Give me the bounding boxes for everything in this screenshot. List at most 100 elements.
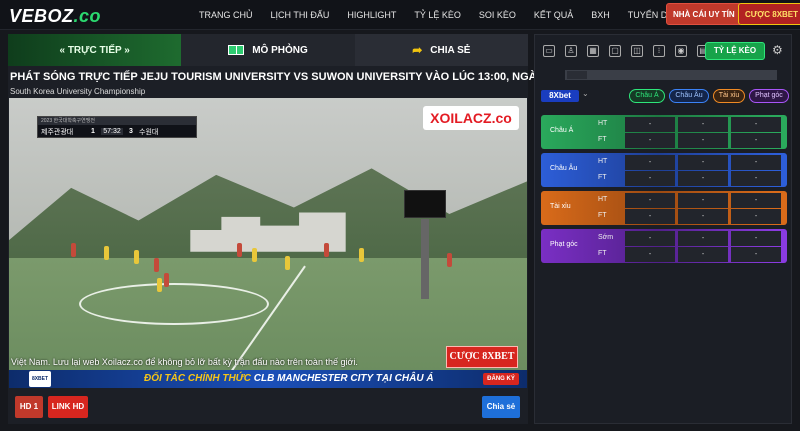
video-pitch bbox=[9, 257, 527, 388]
odds-cell[interactable]: - bbox=[731, 133, 781, 148]
nav-highlight[interactable]: HIGHLIGHT bbox=[338, 0, 405, 30]
odds-cell[interactable]: - bbox=[678, 133, 728, 148]
partner-text-main: CLB MANCHESTER CITY TẠI CHÂU Á bbox=[253, 373, 434, 384]
odds-cell[interactable]: - bbox=[625, 133, 675, 148]
logo-main: VEBOZ bbox=[9, 6, 74, 26]
odds-row-type: HT bbox=[598, 120, 608, 127]
stadium-scoreboard bbox=[404, 190, 446, 299]
player-figure bbox=[104, 246, 109, 260]
odds-cell[interactable]: - bbox=[731, 155, 781, 170]
filter-corner[interactable]: Phạt góc bbox=[749, 89, 789, 103]
player-figure bbox=[447, 253, 452, 267]
player-controls: HD 1 LINK HD Chia sẻ bbox=[8, 388, 528, 424]
share-button[interactable]: Chia sẻ bbox=[482, 396, 520, 418]
site-logo[interactable]: VEBOZ.co bbox=[9, 6, 101, 27]
odds-cell[interactable]: - bbox=[731, 209, 781, 224]
odds-cell[interactable]: - bbox=[625, 155, 675, 170]
nav-schedule[interactable]: LỊCH THI ĐẤU bbox=[262, 0, 339, 30]
tab-live[interactable]: « TRỰC TIẾP » bbox=[8, 34, 182, 66]
odds-cell[interactable]: - bbox=[625, 247, 675, 262]
camera-icon[interactable]: ◉ bbox=[675, 45, 687, 57]
odds-row-type: Sớm bbox=[598, 234, 614, 241]
chat-icon[interactable]: ▢ bbox=[609, 45, 621, 57]
odds-row-type: HT bbox=[598, 158, 608, 165]
odds-cell[interactable]: - bbox=[625, 231, 675, 246]
odds-cell[interactable]: - bbox=[678, 247, 728, 262]
away-score: 3 bbox=[129, 128, 133, 135]
odds-cell[interactable]: - bbox=[678, 117, 728, 132]
odds-cell[interactable]: - bbox=[625, 171, 675, 186]
odds-cell[interactable]: - bbox=[625, 209, 675, 224]
stats-icon[interactable]: ⁝ bbox=[653, 45, 665, 57]
scoreboard-icon[interactable]: ▭ bbox=[543, 45, 555, 57]
register-button[interactable]: ĐĂNG KÝ bbox=[483, 373, 519, 385]
promo-8xbet-button[interactable]: CƯỢC 8XBET bbox=[446, 346, 518, 368]
odds-cell[interactable]: - bbox=[731, 171, 781, 186]
nav-odds[interactable]: TỶ LỆ KÈO bbox=[405, 0, 470, 30]
odds-row-type: FT bbox=[598, 212, 607, 219]
chevron-down-icon[interactable]: ⌄ bbox=[582, 89, 589, 98]
odds-cell[interactable]: - bbox=[678, 155, 728, 170]
bet-8xbet-button[interactable]: CƯỢC 8XBET bbox=[738, 3, 800, 25]
odds-cell[interactable]: - bbox=[731, 117, 781, 132]
odds-block-europe: Châu Âu HT FT - - - - - - bbox=[541, 153, 787, 187]
trusted-dealer-button[interactable]: NHÀ CÁI UY TÍN bbox=[666, 3, 742, 25]
odds-cell[interactable]: - bbox=[678, 193, 728, 208]
nav-standings[interactable]: BXH bbox=[582, 0, 619, 30]
gear-icon[interactable]: ⚙ bbox=[772, 43, 783, 57]
tab-simulation-label: MÔ PHỎNG bbox=[252, 44, 308, 56]
filter-asia[interactable]: Châu Á bbox=[629, 89, 665, 103]
scroll-thumb[interactable] bbox=[567, 71, 587, 79]
partner-banner[interactable]: 8XBET ĐỐI TÁC CHÍNH THỨC CLB MANCHESTER … bbox=[9, 370, 527, 388]
pitch-icon bbox=[228, 45, 245, 55]
odds-block-label: Phạt góc bbox=[550, 241, 578, 248]
score-overlay-row: 제주관광대 1 57:32 3 수원대 bbox=[38, 125, 196, 138]
odds-panel: ▭ ♙ ▦ ▢ ◫ ⁝ ◉ ▤ TỶ LỆ KÈO ⚙ 8Xbet ⌄ Châu… bbox=[534, 34, 792, 424]
nav-predictions[interactable]: SOI KÈO bbox=[470, 0, 525, 30]
player-figure bbox=[285, 256, 290, 270]
odds-cell[interactable]: - bbox=[731, 231, 781, 246]
video-caption: Việt Nam. Lưu lại web Xoilacz.co để khôn… bbox=[11, 357, 358, 367]
bookmaker-logo[interactable]: 8Xbet bbox=[541, 90, 579, 102]
score-overlay: 2023 한국대학축구연맹전 제주관광대 1 57:32 3 수원대 bbox=[37, 116, 197, 138]
center-circle bbox=[79, 283, 269, 325]
shirt-icon[interactable]: ♙ bbox=[565, 45, 577, 57]
player-panel: « TRỰC TIẾP » MÔ PHỎNG ➦ CHIA SẺ PHÁT SÓ… bbox=[8, 34, 574, 424]
pitch-icon[interactable]: ◫ bbox=[631, 45, 643, 57]
nav-home[interactable]: TRANG CHỦ bbox=[190, 0, 262, 30]
odds-row-type: HT bbox=[598, 196, 608, 203]
score-overlay-header: 2023 한국대학축구연맹전 bbox=[38, 117, 196, 125]
filter-over-under[interactable]: Tài xỉu bbox=[713, 89, 745, 103]
odds-cell[interactable]: - bbox=[731, 247, 781, 262]
bookmaker-row: 8Xbet ⌄ Châu Á Châu Âu Tài xỉu Phạt góc bbox=[535, 87, 793, 107]
tab-share[interactable]: ➦ CHIA SẺ bbox=[354, 34, 528, 66]
player-figure bbox=[164, 273, 169, 287]
odds-cell[interactable]: - bbox=[678, 231, 728, 246]
player-tabs: « TRỰC TIẾP » MÔ PHỎNG ➦ CHIA SẺ bbox=[8, 34, 528, 66]
player-figure bbox=[359, 248, 364, 262]
player-figure bbox=[71, 243, 76, 257]
league-name: South Korea University Championship bbox=[10, 87, 146, 96]
grid-icon[interactable]: ▦ bbox=[587, 45, 599, 57]
horizontal-scrollbar[interactable] bbox=[565, 70, 777, 80]
link-hd-button[interactable]: LINK HD bbox=[48, 396, 88, 418]
hd1-button[interactable]: HD 1 bbox=[15, 396, 43, 418]
filter-europe[interactable]: Châu Âu bbox=[669, 89, 709, 103]
odds-cell[interactable]: - bbox=[678, 171, 728, 186]
odds-cell[interactable]: - bbox=[678, 209, 728, 224]
match-clock: 57:32 bbox=[101, 128, 123, 135]
video-player[interactable]: 2023 한국대학축구연맹전 제주관광대 1 57:32 3 수원대 XOILA… bbox=[9, 98, 527, 388]
home-team: 제주관광대 bbox=[41, 128, 74, 136]
match-title: PHÁT SÓNG TRỰC TIẾP JEJU TOURISM UNIVERS… bbox=[10, 71, 575, 83]
tab-simulation[interactable]: MÔ PHỎNG bbox=[181, 34, 355, 66]
player-figure bbox=[157, 278, 162, 292]
odds-row-type: FT bbox=[598, 174, 607, 181]
odds-block-over-under: Tài xỉu HT FT - - - - - - bbox=[541, 191, 787, 225]
odds-cell[interactable]: - bbox=[625, 193, 675, 208]
nav-results[interactable]: KẾT QUẢ bbox=[525, 0, 582, 30]
odds-tab-button[interactable]: TỶ LỆ KÈO bbox=[705, 42, 765, 60]
odds-cell[interactable]: - bbox=[731, 193, 781, 208]
tab-live-label: « TRỰC TIẾP » bbox=[59, 44, 130, 56]
odds-block-label: Châu Á bbox=[550, 127, 574, 134]
odds-cell[interactable]: - bbox=[625, 117, 675, 132]
